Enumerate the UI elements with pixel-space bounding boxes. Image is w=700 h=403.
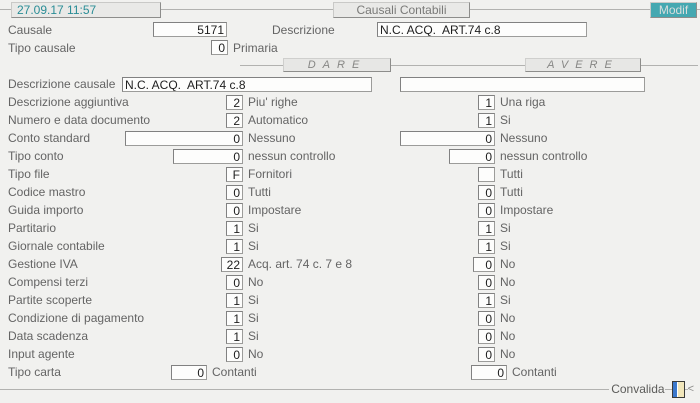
avere-field-description: Si (500, 293, 511, 307)
avere-field[interactable]: 0 (478, 347, 495, 362)
descrizione-input[interactable]: N.C. ACQ. ART.74 c.8 (377, 22, 587, 37)
form-row: Tipo conto 0 nessun controllo 0 nessun c… (0, 147, 700, 165)
mode-label: Modif (659, 3, 688, 17)
avere-field-description: Una riga (500, 95, 545, 109)
causale-label: Causale (8, 23, 52, 38)
avere-field-description: No (500, 275, 515, 289)
avere-field[interactable]: 0 (471, 365, 507, 380)
avere-field-description: No (500, 311, 515, 325)
avere-field-description: No (500, 257, 515, 271)
form-row: Compensi terzi 0 No 0 No (0, 273, 700, 291)
mode-badge: Modif (650, 2, 697, 18)
column-header-dare: DARE (283, 58, 391, 72)
avere-field[interactable]: 0 (478, 311, 495, 326)
avere-field[interactable]: 1 (478, 293, 495, 308)
tipo-causale-input[interactable]: 0 (211, 40, 228, 55)
column-header-avere: AVERE (525, 58, 641, 72)
form-row: Condizione di pagamento 1 Si 0 No (0, 309, 700, 327)
avere-field[interactable]: 1 (478, 95, 495, 110)
form-row: Data scadenza 1 Si 0 No (0, 327, 700, 345)
form-row: Conto standard 0 Nessuno 0 Nessuno (0, 129, 700, 147)
avere-field-description: Nessuno (500, 131, 547, 145)
back-arrow[interactable]: < (688, 383, 694, 395)
form-row: Partite scoperte 1 Si 1 Si (0, 291, 700, 309)
form-grid: Descrizione causale N.C. ACQ. ART.74 c.8… (0, 75, 700, 381)
avere-field[interactable]: 0 (400, 131, 495, 146)
window-title-label: Causali Contabili (356, 3, 446, 17)
avere-field-description: Si (500, 239, 511, 253)
form-row: Partitario 1 Si 1 Si (0, 219, 700, 237)
form-row: Descrizione aggiuntiva 2 Piu' righe 1 Un… (0, 93, 700, 111)
avere-field[interactable] (478, 167, 495, 182)
datetime-label: 27.09.17 11:57 (17, 3, 96, 17)
footer-bar: Convalida < (0, 380, 700, 398)
form-row: Codice mastro 0 Tutti 0 Tutti (0, 183, 700, 201)
causale-input[interactable]: 5171 (153, 22, 227, 37)
form-row: Guida importo 0 Impostare 0 Impostare (0, 201, 700, 219)
form-row: Tipo carta 0 Contanti 0 Contanti (0, 363, 700, 381)
form-row: Giornale contabile 1 Si 1 Si (0, 237, 700, 255)
avere-field[interactable]: 1 (478, 113, 495, 128)
exit-door-icon[interactable] (672, 381, 685, 398)
form-row: Tipo file F Fornitori Tutti (0, 165, 700, 183)
avere-field[interactable]: 1 (478, 239, 495, 254)
footer-rule (0, 389, 609, 390)
avere-field[interactable]: 0 (473, 257, 495, 272)
avere-field-description: Tutti (500, 185, 523, 199)
avere-field-description: No (500, 329, 515, 343)
avere-field-description: Impostare (500, 203, 553, 217)
avere-field[interactable]: 0 (449, 149, 495, 164)
avere-field-description: Contanti (512, 365, 557, 379)
form-row: Gestione IVA 22 Acq. art. 74 c. 7 e 8 0 … (0, 255, 700, 273)
avere-field[interactable] (400, 77, 645, 92)
descrizione-label: Descrizione (272, 23, 335, 38)
avere-field-description: Si (500, 221, 511, 235)
dare-label: DARE (308, 59, 367, 71)
window-title: Causali Contabili (333, 2, 470, 18)
avere-field-description: Tutti (500, 167, 523, 181)
avere-field[interactable]: 0 (478, 185, 495, 200)
avere-field[interactable]: 1 (478, 221, 495, 236)
avere-field-description: No (500, 347, 515, 361)
form-row: Numero e data documento 2 Automatico 1 S… (0, 111, 700, 129)
datetime-box: 27.09.17 11:57 (11, 2, 161, 18)
form-row: Descrizione causale N.C. ACQ. ART.74 c.8 (0, 75, 700, 93)
avere-field[interactable]: 0 (478, 203, 495, 218)
tipo-causale-text: Primaria (233, 41, 278, 56)
avere-field[interactable]: 0 (478, 275, 495, 290)
avere-field-description: Si (500, 113, 511, 127)
form-row: Input agente 0 No 0 No (0, 345, 700, 363)
avere-field[interactable]: 0 (478, 329, 495, 344)
avere-field-description: nessun controllo (500, 149, 587, 163)
convalida-label: Convalida (611, 382, 664, 396)
avere-label: AVERE (547, 59, 619, 71)
tipo-causale-label: Tipo causale (8, 41, 76, 56)
